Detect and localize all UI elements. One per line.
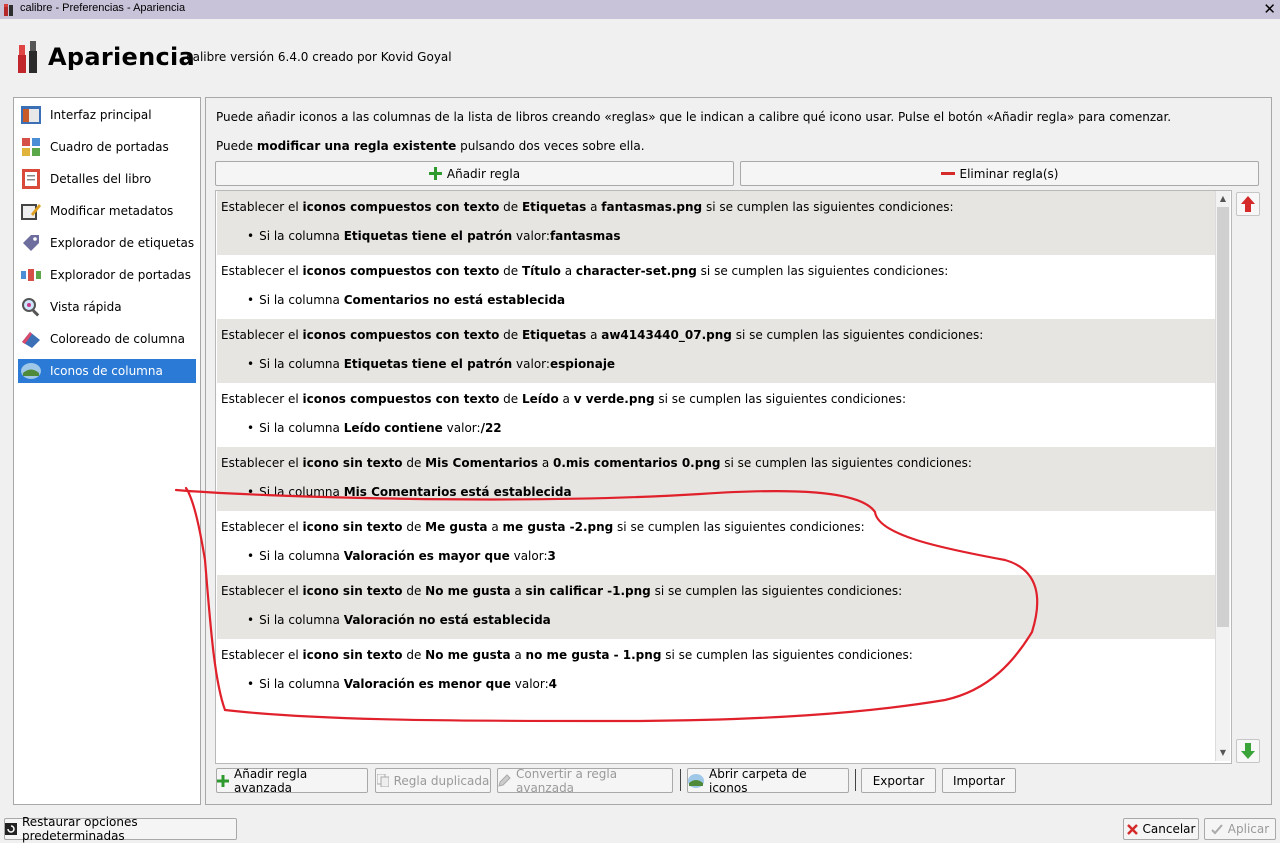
red-annotation-freehand <box>174 486 1039 723</box>
